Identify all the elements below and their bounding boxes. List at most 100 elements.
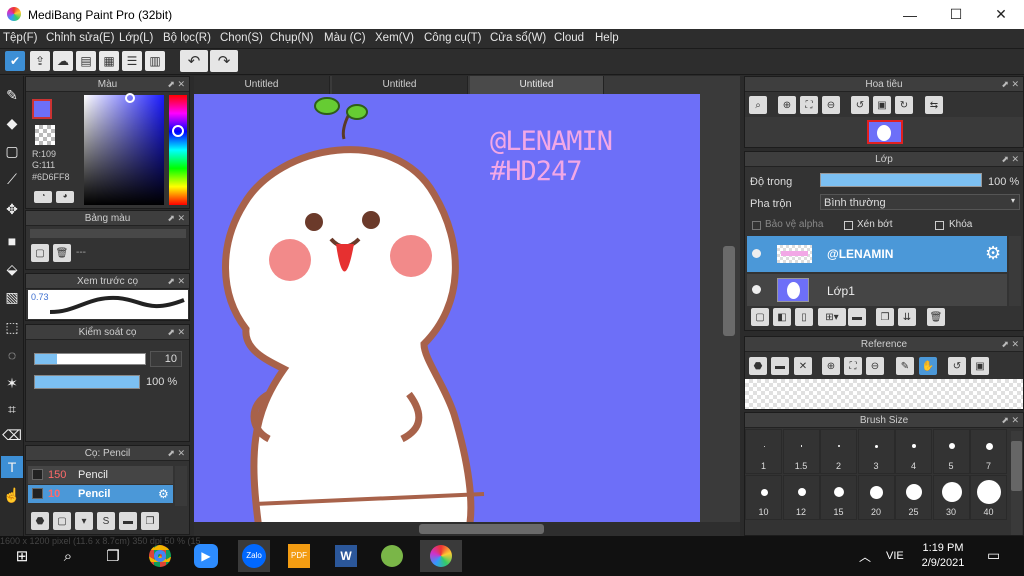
redo-icon[interactable]: ↷ <box>210 50 238 72</box>
share-icon[interactable]: ⇪ <box>30 51 50 71</box>
primary-color-swatch[interactable] <box>32 99 52 119</box>
brush-size-cell[interactable]: 25 <box>895 475 932 520</box>
brush-size-cell[interactable]: 1 <box>745 429 782 474</box>
lock-checkbox[interactable] <box>935 221 944 230</box>
document-tab[interactable]: Untitled <box>332 76 468 94</box>
clock-time[interactable]: 1:19 PM <box>920 542 966 554</box>
brush-size-slider[interactable] <box>34 353 146 365</box>
delete-palette-icon[interactable]: 🗑 <box>53 244 71 262</box>
minimize-button[interactable]: — <box>887 0 933 29</box>
blend-mode-select[interactable]: Bình thường ▾ <box>820 194 1020 210</box>
gradient-tool-icon[interactable]: ▧ <box>1 286 23 308</box>
close-button[interactable]: ✕ <box>978 0 1024 29</box>
lasso-tool-icon[interactable]: ◌ <box>1 344 23 366</box>
menu-filter[interactable]: Bộ lọc(R) <box>163 32 211 44</box>
new-1bit-layer-icon[interactable]: ▯ <box>795 308 813 326</box>
select-pen-icon[interactable]: ⌗ <box>1 398 23 420</box>
zoom-out-icon[interactable]: ⊖ <box>822 96 840 114</box>
menu-layer[interactable]: Lớp(L) <box>119 32 153 44</box>
menu-cloud[interactable]: Cloud <box>554 32 584 44</box>
reference-reset-icon[interactable]: ▣ <box>971 357 989 375</box>
comment-icon[interactable]: ☁ <box>53 51 73 71</box>
brush-size-cell[interactable]: 1.5 <box>782 429 820 474</box>
new-brush-icon[interactable]: ▢ <box>53 512 71 530</box>
reference-open-icon[interactable]: ▬ <box>771 357 789 375</box>
brush-size-cell[interactable]: 2 <box>820 429 857 474</box>
chrome-icon[interactable] <box>144 540 176 572</box>
brush-copy-icon[interactable]: ❐ <box>141 512 159 530</box>
eraser-tool-icon[interactable]: ◆ <box>1 112 23 134</box>
palette-select[interactable]: --- <box>76 247 186 261</box>
brush-list-scrollbar[interactable] <box>175 466 187 506</box>
add-brush-icon[interactable]: ⬣ <box>31 512 49 530</box>
rotate-left-icon[interactable]: ↺ <box>851 96 869 114</box>
horizontal-scrollbar[interactable] <box>419 524 544 534</box>
brush-opacity-slider[interactable] <box>34 375 140 389</box>
new-palette-icon[interactable]: ▢ <box>31 244 49 262</box>
pdf-app-icon[interactable]: PDF <box>283 540 315 572</box>
delete-layer-icon[interactable]: 🗑 <box>927 308 945 326</box>
operation-tool-icon[interactable]: ☝ <box>1 484 23 506</box>
reference-fit-icon[interactable]: ⛶ <box>844 357 862 375</box>
gear-icon[interactable]: ⚙ <box>985 243 1001 264</box>
chevron-up-icon[interactable]: ︿ <box>859 548 871 565</box>
brush-size-cell[interactable]: 12 <box>782 475 820 520</box>
add-layer-menu-icon[interactable]: ⊞▾ <box>818 308 846 326</box>
merge-layer-icon[interactable]: ⇊ <box>898 308 916 326</box>
windows-start-icon[interactable]: ⊞ <box>6 540 38 572</box>
brush-size-value[interactable]: 10 <box>150 351 182 367</box>
magic-wand-icon[interactable]: ✶ <box>1 372 23 394</box>
menu-edit[interactable]: Chỉnh sửa(E) <box>46 32 114 44</box>
brush-menu-icon[interactable]: ▾ <box>75 512 93 530</box>
brush-size-cell[interactable]: 40 <box>970 475 1007 520</box>
zalo-icon[interactable]: Zalo <box>238 540 270 572</box>
language-indicator[interactable]: VIE <box>886 550 904 562</box>
message-icon[interactable]: ▤ <box>76 51 96 71</box>
zoom-search-icon[interactable]: ⌕ <box>749 96 767 114</box>
color-mode-icon[interactable]: ◔ <box>34 191 52 203</box>
move-tool-icon[interactable]: ✥ <box>1 198 23 220</box>
undo-icon[interactable]: ↶ <box>180 50 208 72</box>
select-rect-icon[interactable]: ⬚ <box>1 316 23 338</box>
drawing-canvas[interactable]: @LENAMIN #HD247 <box>194 94 700 522</box>
duplicate-layer-icon[interactable]: ❐ <box>876 308 894 326</box>
rectangle-tool-icon[interactable]: ▢ <box>1 140 23 162</box>
brush-size-cell[interactable]: 20 <box>857 475 895 520</box>
document-tab[interactable]: Untitled <box>194 76 330 94</box>
bucket-tool-icon[interactable]: ⬙ <box>1 258 23 280</box>
grid-icon[interactable]: ▥ <box>145 51 165 71</box>
layer-scrollbar[interactable] <box>1009 236 1021 306</box>
clip-checkbox[interactable] <box>844 221 853 230</box>
protect-alpha-checkbox[interactable] <box>752 221 761 230</box>
greenshot-icon[interactable] <box>376 540 408 572</box>
search-icon[interactable]: ⌕ <box>52 540 84 572</box>
reference-canvas[interactable] <box>745 379 1023 409</box>
medibang-taskbar-icon[interactable] <box>420 540 462 572</box>
zoom-app-icon[interactable]: ▶ <box>190 540 222 572</box>
menu-help[interactable]: Help <box>595 32 619 44</box>
brush-settings-icon[interactable]: S <box>97 512 115 530</box>
reference-zoom-in-icon[interactable]: ⊕ <box>822 357 840 375</box>
reset-view-icon[interactable]: ▣ <box>873 96 891 114</box>
menu-tools[interactable]: Công cụ(T) <box>424 32 482 44</box>
saturation-value-picker[interactable] <box>84 95 164 205</box>
brush-folder-icon[interactable]: ▬ <box>119 512 137 530</box>
notification-icon[interactable]: ▭ <box>987 547 1000 564</box>
hue-cursor[interactable] <box>172 125 184 137</box>
navigator-thumbnail[interactable] <box>867 120 903 144</box>
task-view-icon[interactable]: ❐ <box>97 540 129 572</box>
rotate-right-icon[interactable]: ↻ <box>895 96 913 114</box>
select-eraser-icon[interactable]: ⌫ <box>1 424 23 446</box>
brush-size-cell[interactable]: 4 <box>895 429 932 474</box>
layer-row[interactable]: Lớp1 <box>747 274 1007 306</box>
maximize-button[interactable]: ☐ <box>933 0 979 29</box>
color-history-icon[interactable]: ◕ <box>56 191 74 203</box>
eye-icon[interactable] <box>752 285 761 294</box>
list-icon[interactable]: ☰ <box>122 51 142 71</box>
text-tool-icon[interactable]: T <box>1 456 23 478</box>
vertical-scrollbar[interactable] <box>723 246 735 336</box>
sv-cursor[interactable] <box>125 93 135 103</box>
eye-icon[interactable] <box>752 249 761 258</box>
brush-item-selected[interactable]: 10 Pencil ⚙ <box>28 485 173 503</box>
palette-strip[interactable] <box>30 229 186 238</box>
